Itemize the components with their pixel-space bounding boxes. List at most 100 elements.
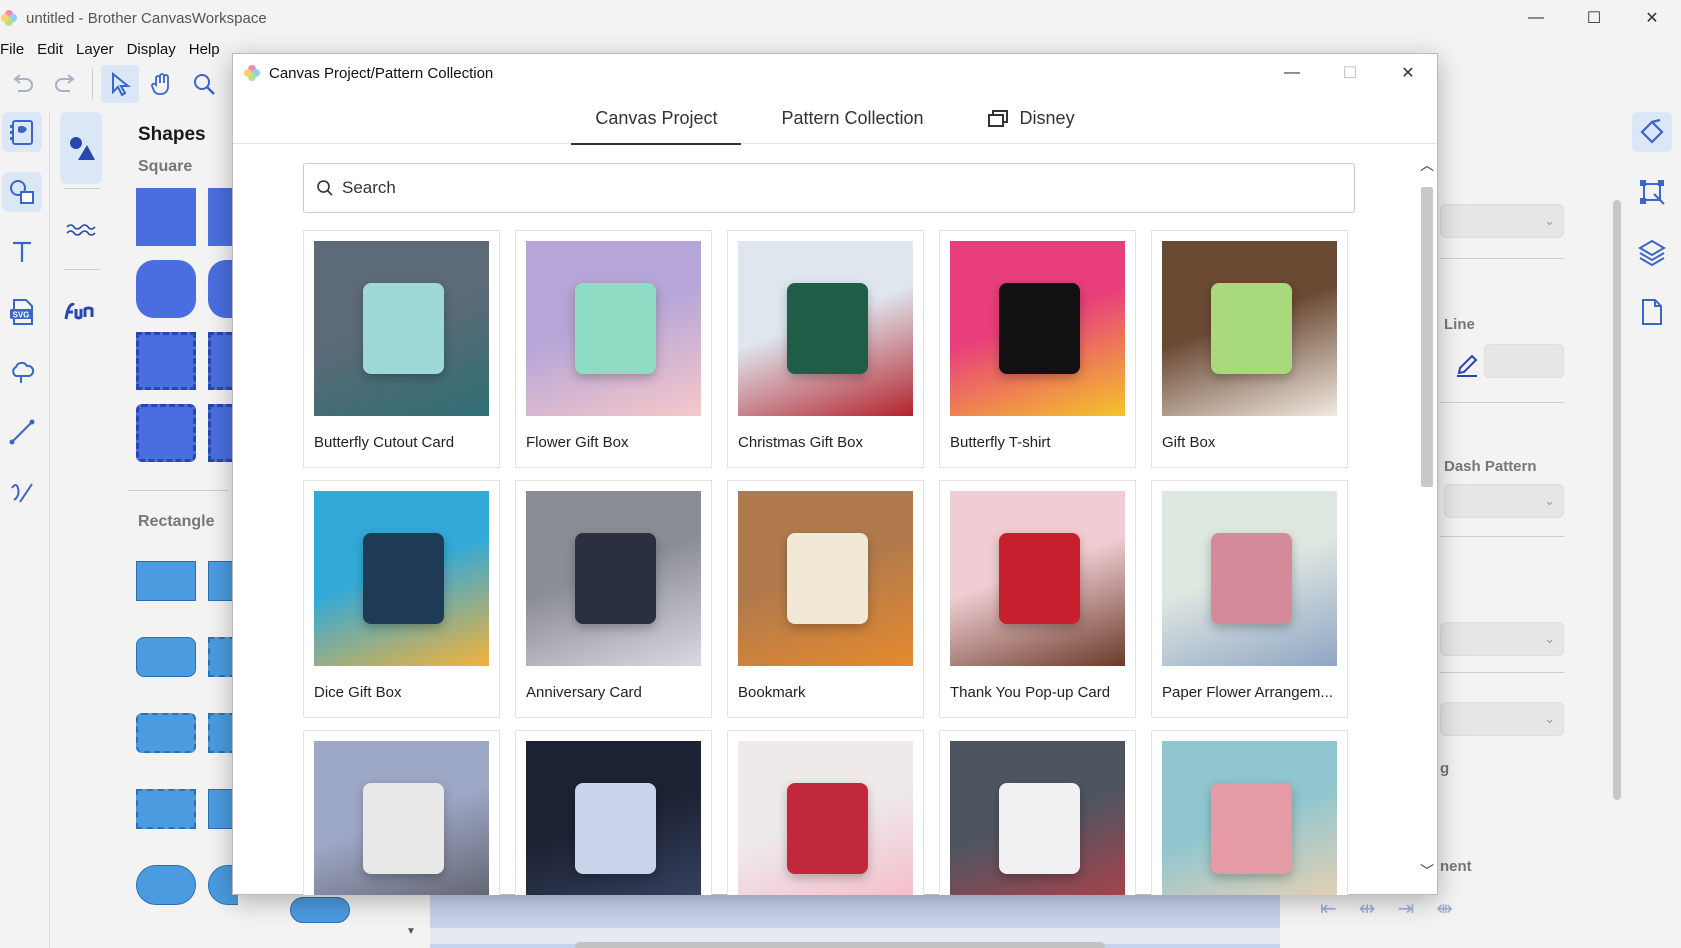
project-thumbnail[interactable]: [314, 241, 489, 416]
project-thumbnail[interactable]: [1162, 241, 1337, 416]
align-right-icon[interactable]: ⇥: [1398, 896, 1415, 921]
project-card[interactable]: Christmas Gift Box: [727, 230, 924, 468]
menu-edit[interactable]: Edit: [37, 41, 70, 58]
project-card[interactable]: Bookmark: [727, 480, 924, 718]
project-card[interactable]: Flower Gift Box: [515, 230, 712, 468]
project-card[interactable]: [303, 730, 500, 895]
app-title: untitled - Brother CanvasWorkspace: [26, 9, 267, 27]
align-center-icon[interactable]: ⇹: [1359, 896, 1376, 921]
shapes-tool-button[interactable]: [2, 172, 42, 212]
project-thumbnail[interactable]: [1162, 491, 1337, 666]
project-thumbnail[interactable]: [1162, 741, 1337, 895]
menu-layer[interactable]: Layer: [76, 41, 121, 58]
fill-dropdown[interactable]: ⌄: [1440, 204, 1564, 238]
project-thumbnail[interactable]: [738, 741, 913, 895]
text-tool-button[interactable]: [2, 232, 42, 272]
project-thumbnail[interactable]: [950, 491, 1125, 666]
square-shape[interactable]: [136, 188, 196, 246]
basic-shapes-category[interactable]: [60, 112, 102, 184]
zoom-tool-button[interactable]: [185, 65, 223, 103]
scalloped-square-shape[interactable]: [136, 404, 196, 462]
chevron-down-icon: ⌄: [1544, 493, 1555, 508]
project-thumbnail[interactable]: [738, 491, 913, 666]
project-thumbnail[interactable]: [314, 491, 489, 666]
dash-pattern-dropdown[interactable]: ⌄: [1444, 484, 1564, 518]
close-button[interactable]: ✕: [1623, 0, 1681, 36]
dialog-close-button[interactable]: ✕: [1379, 54, 1437, 92]
partial-label: nent: [1440, 858, 1472, 875]
project-card[interactable]: [1151, 730, 1348, 895]
scalloped-square-shape[interactable]: [136, 332, 196, 390]
project-thumbnail[interactable]: [314, 741, 489, 895]
dialog-vertical-scrollbar[interactable]: ︿ ﹀: [1417, 145, 1437, 895]
project-thumbnail[interactable]: [526, 741, 701, 895]
dialog-maximize-button[interactable]: ☐: [1321, 54, 1379, 92]
property-dropdown[interactable]: ⌄: [1440, 622, 1564, 656]
scroll-down-icon[interactable]: ﹀: [1420, 861, 1434, 881]
wave-shapes-category[interactable]: [60, 195, 102, 265]
rectangle-shape[interactable]: [136, 561, 196, 601]
project-card[interactable]: Butterfly T-shirt: [939, 230, 1136, 468]
undo-button[interactable]: [4, 65, 42, 103]
transform-button[interactable]: [1632, 172, 1672, 212]
project-thumbnail[interactable]: [950, 241, 1125, 416]
menu-display[interactable]: Display: [127, 41, 183, 58]
menu-file[interactable]: File: [0, 41, 31, 58]
svg-text:SVG: SVG: [13, 311, 30, 320]
project-card[interactable]: [939, 730, 1136, 895]
oval-rectangle-shape[interactable]: [136, 865, 196, 905]
scroll-up-icon[interactable]: ︿: [1420, 155, 1434, 175]
project-card[interactable]: Thank You Pop-up Card: [939, 480, 1136, 718]
tab-disney[interactable]: Disney: [964, 92, 1099, 144]
freehand-tool-button[interactable]: [2, 472, 42, 512]
tab-canvas-project[interactable]: Canvas Project: [571, 92, 742, 145]
decorative-shapes-category[interactable]: [60, 276, 102, 346]
search-input[interactable]: [342, 178, 1242, 198]
projects-tool-button[interactable]: [2, 112, 42, 152]
menu-help[interactable]: Help: [189, 41, 227, 58]
layers-button[interactable]: [1632, 232, 1672, 272]
paint-button[interactable]: [1632, 112, 1672, 152]
project-card[interactable]: [727, 730, 924, 895]
scrollbar-thumb[interactable]: [1613, 200, 1621, 800]
properties-vertical-scrollbar[interactable]: [1600, 168, 1621, 948]
scrollbar-thumb[interactable]: [575, 942, 1105, 948]
project-thumbnail[interactable]: [738, 241, 913, 416]
dialog-minimize-button[interactable]: —: [1263, 54, 1321, 92]
redo-button[interactable]: [46, 65, 84, 103]
wavy-rectangle-shape[interactable]: [136, 713, 196, 753]
project-card[interactable]: Paper Flower Arrangem...: [1151, 480, 1348, 718]
rounded-square-shape[interactable]: [136, 260, 196, 318]
project-thumbnail[interactable]: [526, 491, 701, 666]
svg-import-button[interactable]: SVG: [2, 292, 42, 332]
page-button[interactable]: [1632, 292, 1672, 332]
line-tool-button[interactable]: [2, 412, 42, 452]
project-card[interactable]: Dice Gift Box: [303, 480, 500, 718]
left-tool-rail: SVG: [0, 112, 50, 948]
project-thumbnail[interactable]: [950, 741, 1125, 895]
shapes-scroll-down-icon[interactable]: ▼: [406, 926, 416, 937]
category-separator: [64, 269, 100, 270]
minimize-button[interactable]: —: [1507, 0, 1565, 36]
line-width-field[interactable]: [1484, 344, 1564, 378]
tab-pattern-collection[interactable]: Pattern Collection: [757, 92, 947, 144]
thumbnail-subject: [787, 783, 868, 874]
hand-tool-button[interactable]: [143, 65, 181, 103]
rounded-rectangle-shape[interactable]: [136, 637, 196, 677]
pattern-tool-button[interactable]: [2, 352, 42, 392]
maximize-button[interactable]: ☐: [1565, 0, 1623, 36]
project-card[interactable]: Anniversary Card: [515, 480, 712, 718]
project-collection-dialog: Canvas Project/Pattern Collection — ☐ ✕ …: [232, 53, 1438, 895]
scrollbar-thumb[interactable]: [1421, 187, 1433, 487]
pill-shape[interactable]: [290, 897, 350, 923]
project-thumbnail[interactable]: [526, 241, 701, 416]
project-card[interactable]: Gift Box: [1151, 230, 1348, 468]
project-card[interactable]: Butterfly Cutout Card: [303, 230, 500, 468]
project-card[interactable]: [515, 730, 712, 895]
canvas-horizontal-scrollbar[interactable]: [430, 928, 1280, 948]
align-left-icon[interactable]: ⇤: [1320, 896, 1337, 921]
select-tool-button[interactable]: [101, 65, 139, 103]
dialog-title: Canvas Project/Pattern Collection: [269, 64, 494, 82]
property-dropdown[interactable]: ⌄: [1440, 702, 1564, 736]
dashed-rectangle-shape[interactable]: [136, 789, 196, 829]
